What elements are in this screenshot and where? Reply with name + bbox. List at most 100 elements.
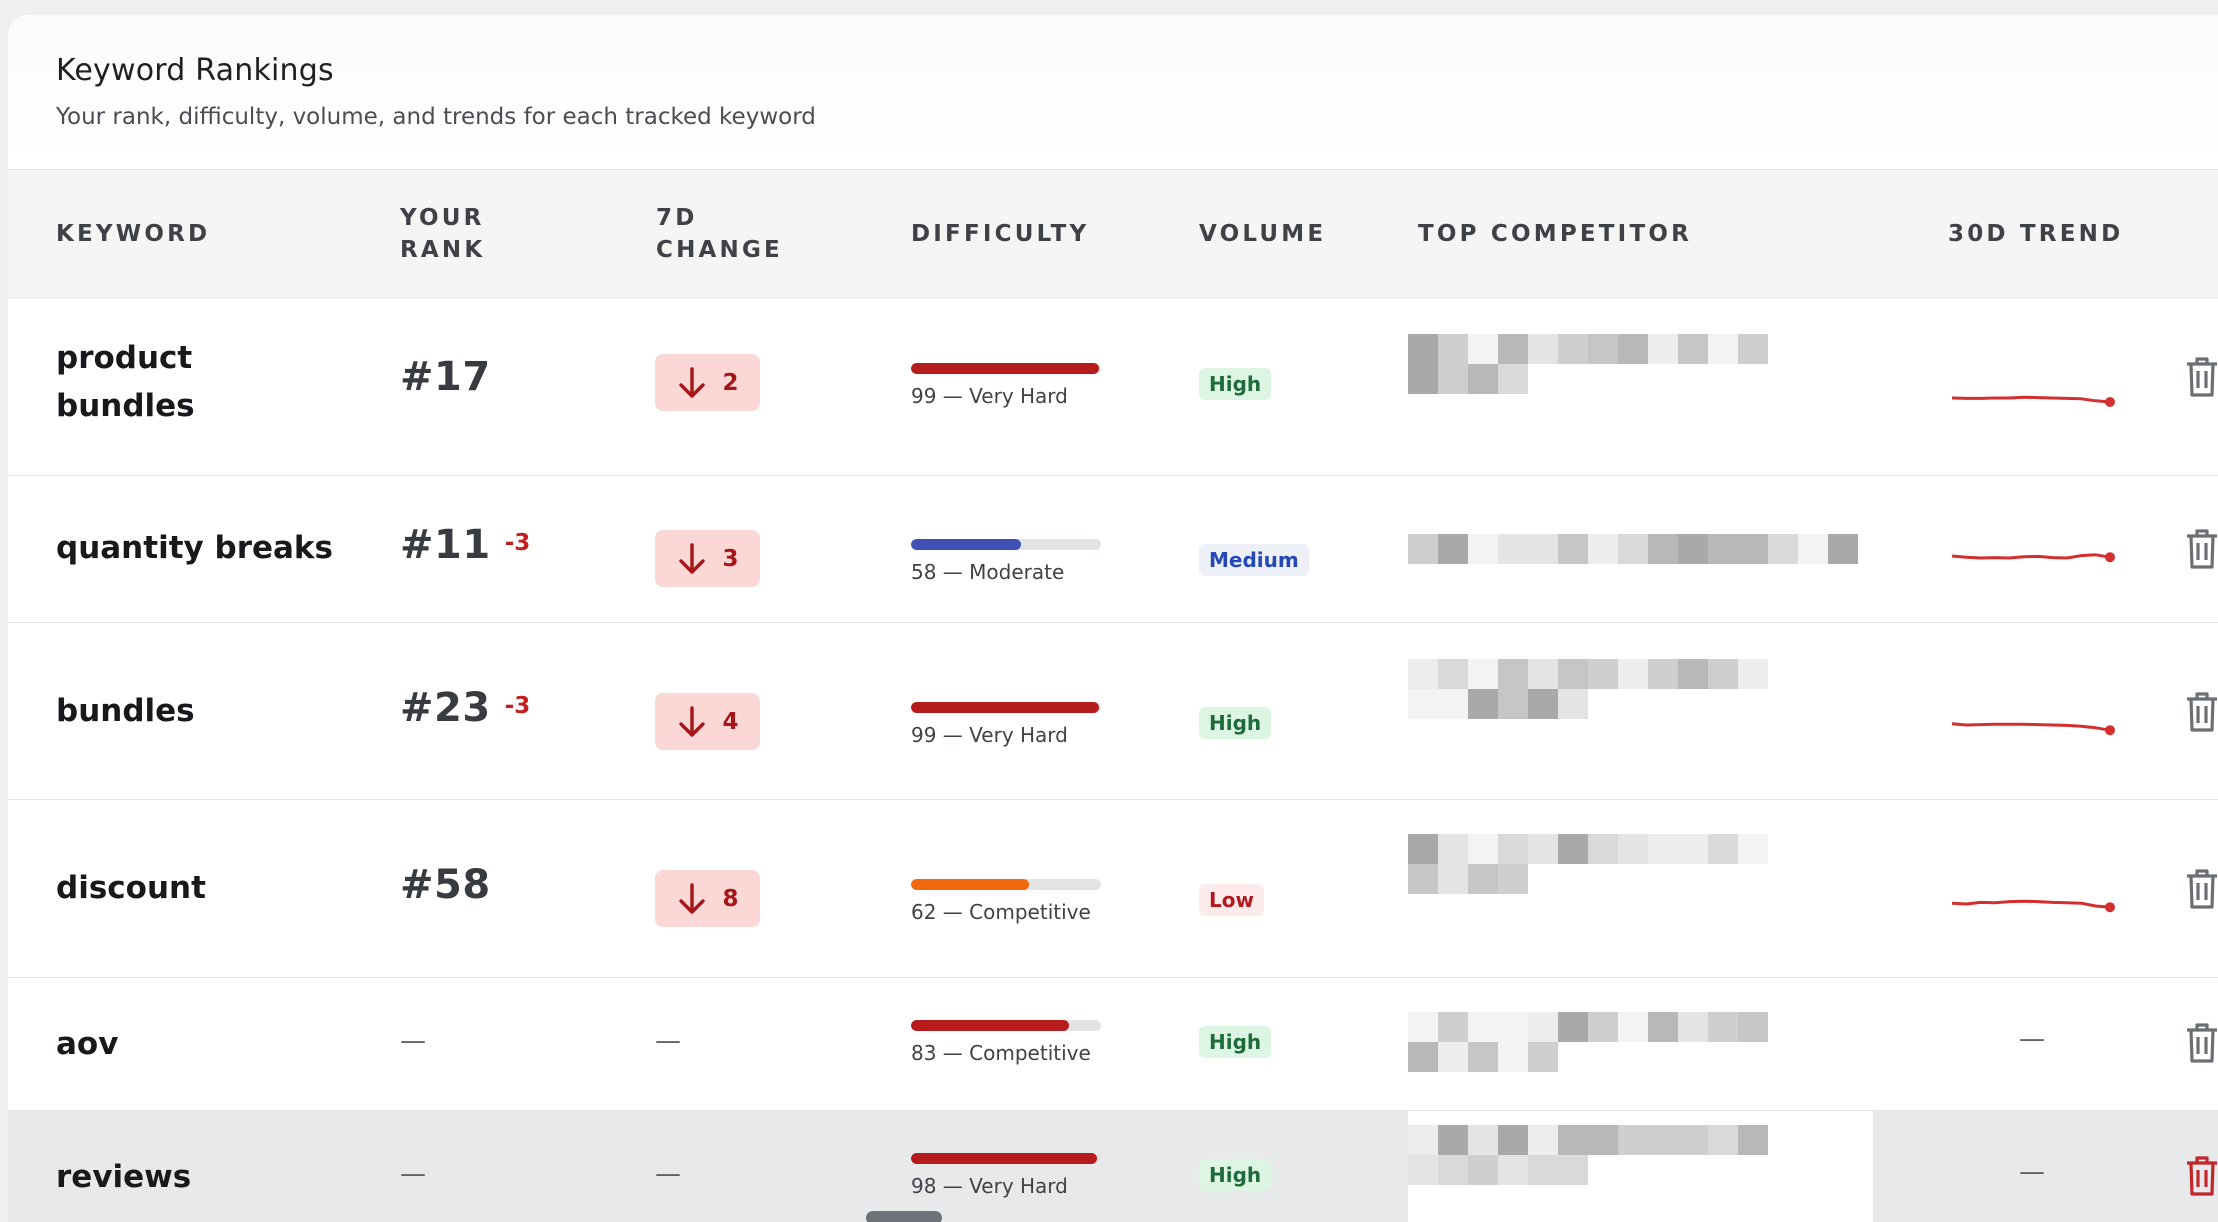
redaction-pixel [1648,1125,1678,1155]
redaction-pixel [1438,834,1468,864]
redaction-pixel [1468,659,1498,689]
competitor-redacted [1408,645,1873,785]
redaction-pixel [1498,1042,1528,1072]
redaction-pixel [1438,534,1468,564]
difficulty-bar-fill [911,539,1022,550]
column-header-change[interactable]: 7D CHANGE [656,202,783,266]
table-row[interactable]: reviews — — 98 — Very Hard High — [8,1111,2218,1222]
redaction-pixel [1408,834,1438,864]
competitor-redacted [1408,1111,1873,1222]
keyword-text: product [56,340,193,376]
redaction-pixel [1498,364,1528,394]
redaction-pixel [1528,534,1558,564]
redaction-pixel [1408,689,1438,719]
redaction-pixel [1588,1012,1618,1042]
column-header-trend[interactable]: 30D TREND [1948,218,2123,250]
redaction-pixel [1588,1125,1618,1155]
column-header-volume[interactable]: VOLUME [1199,218,1326,250]
trend-line [1951,722,2111,732]
column-header-rank[interactable]: YOUR RANK [400,202,485,266]
trend-line [1951,553,2111,560]
table-row[interactable]: aov — — 83 — Competitive High — [8,978,2218,1111]
redaction-pixel [1738,1012,1768,1042]
redaction-pixel [1648,659,1678,689]
redaction-pixel [1648,334,1678,364]
redaction-pixel [1768,534,1798,564]
trash-icon[interactable] [2184,1022,2218,1068]
redaction-pixel [1468,1042,1498,1072]
redaction-pixel [1708,1125,1738,1155]
trash-icon[interactable] [2184,868,2218,914]
card-header: Keyword Rankings Your rank, difficulty, … [8,15,2218,170]
arrow-down-icon [676,542,708,576]
redaction-pixel [1408,364,1438,394]
keyword-rankings-card: Keyword Rankings Your rank, difficulty, … [8,15,2218,1222]
volume-cell: High [1199,707,1272,739]
redaction-pixel [1708,534,1738,564]
difficulty-cell: 83 — Competitive [911,1020,1101,1065]
difficulty-bar-fill [911,1020,1069,1031]
difficulty-bar-fill [911,363,1100,374]
redaction-pixel [1678,659,1708,689]
trend-sparkline [1948,707,2118,747]
volume-cell: High [1199,368,1272,400]
trash-icon[interactable] [2184,1155,2218,1201]
redaction-pixel [1828,534,1858,564]
redaction-pixel [1618,659,1648,689]
table-row[interactable]: discount #58 8 62 — Competitive Low [8,800,2218,978]
redaction-pixel [1558,689,1588,719]
trend-empty: — [2019,1024,2045,1054]
column-header-keyword[interactable]: KEYWORD [56,218,210,250]
table-header: KEYWORD YOUR RANK 7D CHANGE DIFFICULTY V… [8,170,2218,298]
redaction-pixel [1468,334,1498,364]
difficulty-cell: 58 — Moderate [911,539,1101,584]
redaction-pixel [1678,334,1708,364]
arrow-down-icon [676,366,708,400]
redaction-pixel [1528,834,1558,864]
table-row[interactable]: quantity breaks #11 -3 3 58 — Moderate Me… [8,476,2218,623]
redaction-pixel [1438,1155,1468,1185]
trash-icon[interactable] [2184,528,2218,574]
change-value: 8 [722,885,739,912]
redaction-pixel [1498,659,1528,689]
redaction-pixel [1438,1012,1468,1042]
competitor-redacted [1408,998,1873,1078]
card-subtitle: Your rank, difficulty, volume, and trend… [56,104,816,130]
change-value: 3 [722,545,739,572]
redaction-pixel [1498,534,1528,564]
keyword-cell: product bundles [56,334,195,430]
rank-cell: #58 [400,862,491,908]
redaction-pixel [1528,1155,1558,1185]
trend-line [1951,899,2111,909]
column-header-difficulty[interactable]: DIFFICULTY [911,218,1089,250]
column-header-competitor[interactable]: TOP COMPETITOR [1418,218,1692,250]
redaction-pixel [1468,534,1498,564]
keyword-text: quantity breaks [56,530,334,566]
trash-icon[interactable] [2184,356,2218,402]
change-badge: 4 [655,693,760,750]
volume-badge: High [1199,1159,1272,1191]
table-row[interactable]: product bundles #17 2 99 — Very Hard Hig… [8,298,2218,476]
redaction-pixel [1438,689,1468,719]
trend-endpoint [2105,725,2115,736]
redaction-pixel [1468,1012,1498,1042]
table-row[interactable]: bundles #23 -3 4 99 — Very Hard High [8,623,2218,800]
difficulty-bar-fill [911,879,1029,890]
redaction-pixel [1558,659,1588,689]
redaction-pixel [1498,1155,1528,1185]
redaction-pixel [1498,689,1528,719]
redaction-pixel [1468,1155,1498,1185]
trend-sparkline [1948,538,2118,578]
redaction-pixel [1408,1012,1438,1042]
redaction-pixel [1678,834,1708,864]
trash-icon[interactable] [2184,691,2218,737]
horizontal-scrollbar-thumb[interactable] [866,1211,942,1222]
change-badge: 8 [655,870,760,927]
rank-value: #58 [400,862,491,908]
redaction-pixel [1618,834,1648,864]
redaction-pixel [1528,1042,1558,1072]
redaction-pixel [1528,1012,1558,1042]
difficulty-label: 58 — Moderate [911,560,1065,584]
change-value: 2 [722,369,739,396]
keyword-text: bundles [56,388,195,424]
